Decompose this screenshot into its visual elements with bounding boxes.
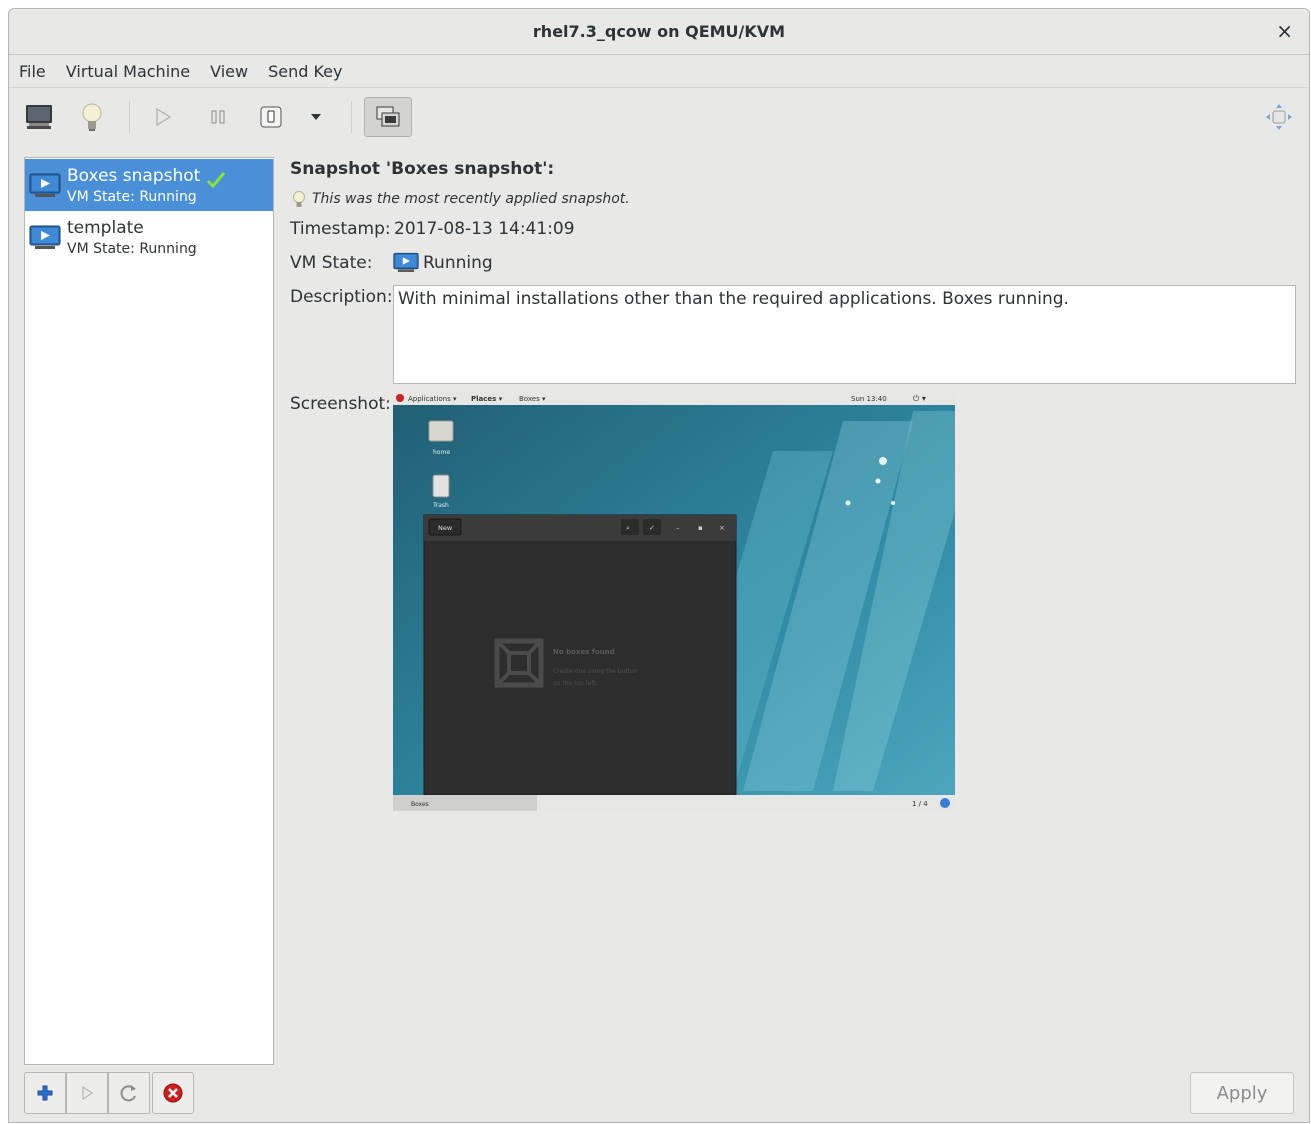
vmstate-label: VM State: [290, 253, 373, 273]
monitor-icon [26, 105, 52, 129]
svg-text:▪: ▪ [698, 524, 703, 532]
snapshot-state: VM State: Running [67, 241, 197, 257]
svg-text:✓: ✓ [649, 524, 655, 532]
guest-empty-title: No boxes found [553, 648, 615, 656]
menu-file[interactable]: File [19, 62, 46, 81]
snapshot-screenshot: Applications ▾ Places ▾ Boxes ▾ Sun 13:4… [393, 391, 955, 811]
lightbulb-icon [293, 191, 305, 207]
vm-running-icon [29, 173, 61, 197]
snapshots-icon [376, 106, 400, 127]
checkmark-icon [206, 172, 226, 189]
play-icon [156, 107, 172, 127]
vm-running-icon [29, 225, 61, 249]
apply-button[interactable]: Apply [1190, 1072, 1294, 1114]
refresh-button[interactable] [108, 1072, 150, 1114]
vmstate-value: Running [393, 252, 493, 274]
delete-icon [163, 1083, 183, 1103]
guest-new-button: New [438, 524, 453, 532]
fullscreen-move-icon [1266, 104, 1292, 130]
window-title: rhel7.3_qcow on QEMU/KVM [532, 22, 786, 41]
recent-note: This was the most recently applied snaps… [292, 190, 630, 208]
description-field[interactable]: With minimal installations other than th… [393, 285, 1296, 384]
vmstate-text: Running [423, 253, 493, 273]
snapshot-header: Snapshot 'Boxes snapshot': [290, 159, 555, 179]
run-snapshot-button[interactable] [66, 1072, 108, 1114]
snapshot-item-template[interactable]: template VM State: Running [25, 211, 273, 263]
guest-apps-menu: Applications ▾ [408, 395, 457, 403]
snapshots-button[interactable] [364, 97, 412, 137]
main-window: rhel7.3_qcow on QEMU/KVM × File Virtual … [8, 8, 1310, 1123]
snapshot-name: Boxes snapshot [67, 166, 201, 186]
toolbar-separator [129, 101, 130, 133]
pause-icon [211, 110, 225, 124]
snapshot-item-boxes[interactable]: Boxes snapshot VM State: Running [25, 159, 273, 211]
guest-empty-sub1: Create one using the button [553, 668, 638, 675]
timestamp-label: Timestamp: [290, 219, 391, 239]
svg-text:⌕: ⌕ [626, 524, 630, 532]
run-button[interactable] [143, 97, 183, 137]
lightbulb-icon [82, 103, 102, 131]
guest-places-menu: Places ▾ [471, 395, 503, 403]
guest-home-icon-label: home [433, 449, 450, 456]
add-snapshot-button[interactable] [24, 1072, 66, 1114]
guest-boxes-menu: Boxes ▾ [519, 395, 546, 403]
menu-send-key[interactable]: Send Key [268, 62, 342, 81]
menu-virtual-machine[interactable]: Virtual Machine [66, 62, 190, 81]
guest-clock: Sun 13:40 [851, 395, 887, 403]
fullscreen-button[interactable] [1259, 97, 1299, 137]
timestamp-value: 2017-08-13 14:41:09 [394, 219, 575, 239]
dropdown-arrow-icon [311, 114, 321, 120]
menu-bar: File Virtual Machine View Send Key [9, 56, 1309, 88]
shutdown-menu-button[interactable] [301, 97, 331, 137]
plus-icon [37, 1085, 53, 1101]
console-button[interactable] [19, 97, 59, 137]
title-bar: rhel7.3_qcow on QEMU/KVM × [9, 9, 1309, 55]
recent-note-text: This was the most recently applied snaps… [312, 191, 630, 207]
guest-desktop-image: Applications ▾ Places ▾ Boxes ▾ Sun 13:4… [393, 391, 955, 811]
menu-view[interactable]: View [210, 62, 248, 81]
description-label: Description: [290, 287, 393, 307]
snapshot-list: Boxes snapshot VM State: Running templat… [24, 157, 274, 1065]
svg-text:×: × [719, 524, 725, 532]
screenshot-label: Screenshot: [290, 394, 391, 414]
vm-running-icon [393, 252, 419, 272]
guest-workspace: 1 / 4 [912, 800, 928, 808]
snapshot-state: VM State: Running [67, 189, 197, 205]
power-icon [260, 106, 282, 128]
guest-empty-sub2: on the top left. [553, 680, 598, 687]
close-button[interactable]: × [1276, 21, 1293, 41]
shutdown-button[interactable] [251, 97, 291, 137]
toolbar [9, 89, 1309, 149]
pause-button[interactable] [198, 97, 238, 137]
snapshot-actions [24, 1072, 194, 1114]
toolbar-separator [351, 101, 352, 133]
snapshot-name: template [67, 218, 144, 238]
play-icon [82, 1086, 93, 1100]
guest-taskbar-item: Boxes [411, 801, 429, 808]
refresh-icon [120, 1085, 136, 1102]
details-button[interactable] [72, 97, 112, 137]
guest-trash-icon-label: Trash [432, 502, 449, 509]
guest-status-icons: ⏻ ▾ [913, 394, 926, 403]
delete-snapshot-button[interactable] [152, 1072, 194, 1114]
svg-text:–: – [676, 524, 680, 532]
